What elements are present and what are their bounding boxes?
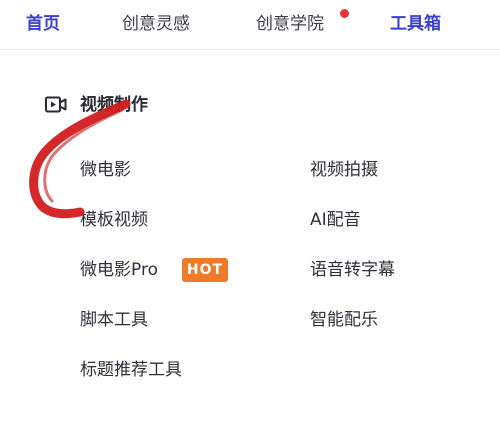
video-camera-icon: [44, 94, 68, 116]
section-title: 视频制作: [80, 95, 148, 115]
toolbox-page: 首页 创意灵感 创意学院 工具箱 视频制作 微电影 模板视频 微电影Pro HO…: [0, 0, 500, 432]
tool-smart-music[interactable]: 智能配乐: [310, 307, 378, 333]
nav-toolbox[interactable]: 工具箱: [390, 10, 441, 38]
tool-video-shooting[interactable]: 视频拍摄: [310, 157, 378, 183]
nav-home[interactable]: 首页: [26, 10, 60, 38]
tool-speech-to-subtitle[interactable]: 语音转字幕: [310, 257, 395, 283]
notification-dot: [340, 9, 349, 18]
tool-micro-movie[interactable]: 微电影: [80, 157, 131, 183]
toolbox-panel: 视频制作 微电影 模板视频 微电影Pro HOT 脚本工具 标题推荐工具 视频拍…: [0, 51, 500, 432]
tool-script[interactable]: 脚本工具: [80, 307, 148, 333]
nav-creative-academy[interactable]: 创意学院: [256, 10, 324, 38]
nav-creative-inspiration[interactable]: 创意灵感: [122, 10, 190, 38]
tool-title-recommendation[interactable]: 标题推荐工具: [80, 357, 182, 383]
tool-ai-dubbing[interactable]: AI配音: [310, 207, 361, 233]
hot-badge: HOT: [182, 258, 228, 282]
top-navigation: 首页 创意灵感 创意学院 工具箱: [0, 0, 500, 50]
tool-template-video[interactable]: 模板视频: [80, 207, 148, 233]
tool-micro-movie-pro[interactable]: 微电影Pro: [80, 257, 158, 283]
